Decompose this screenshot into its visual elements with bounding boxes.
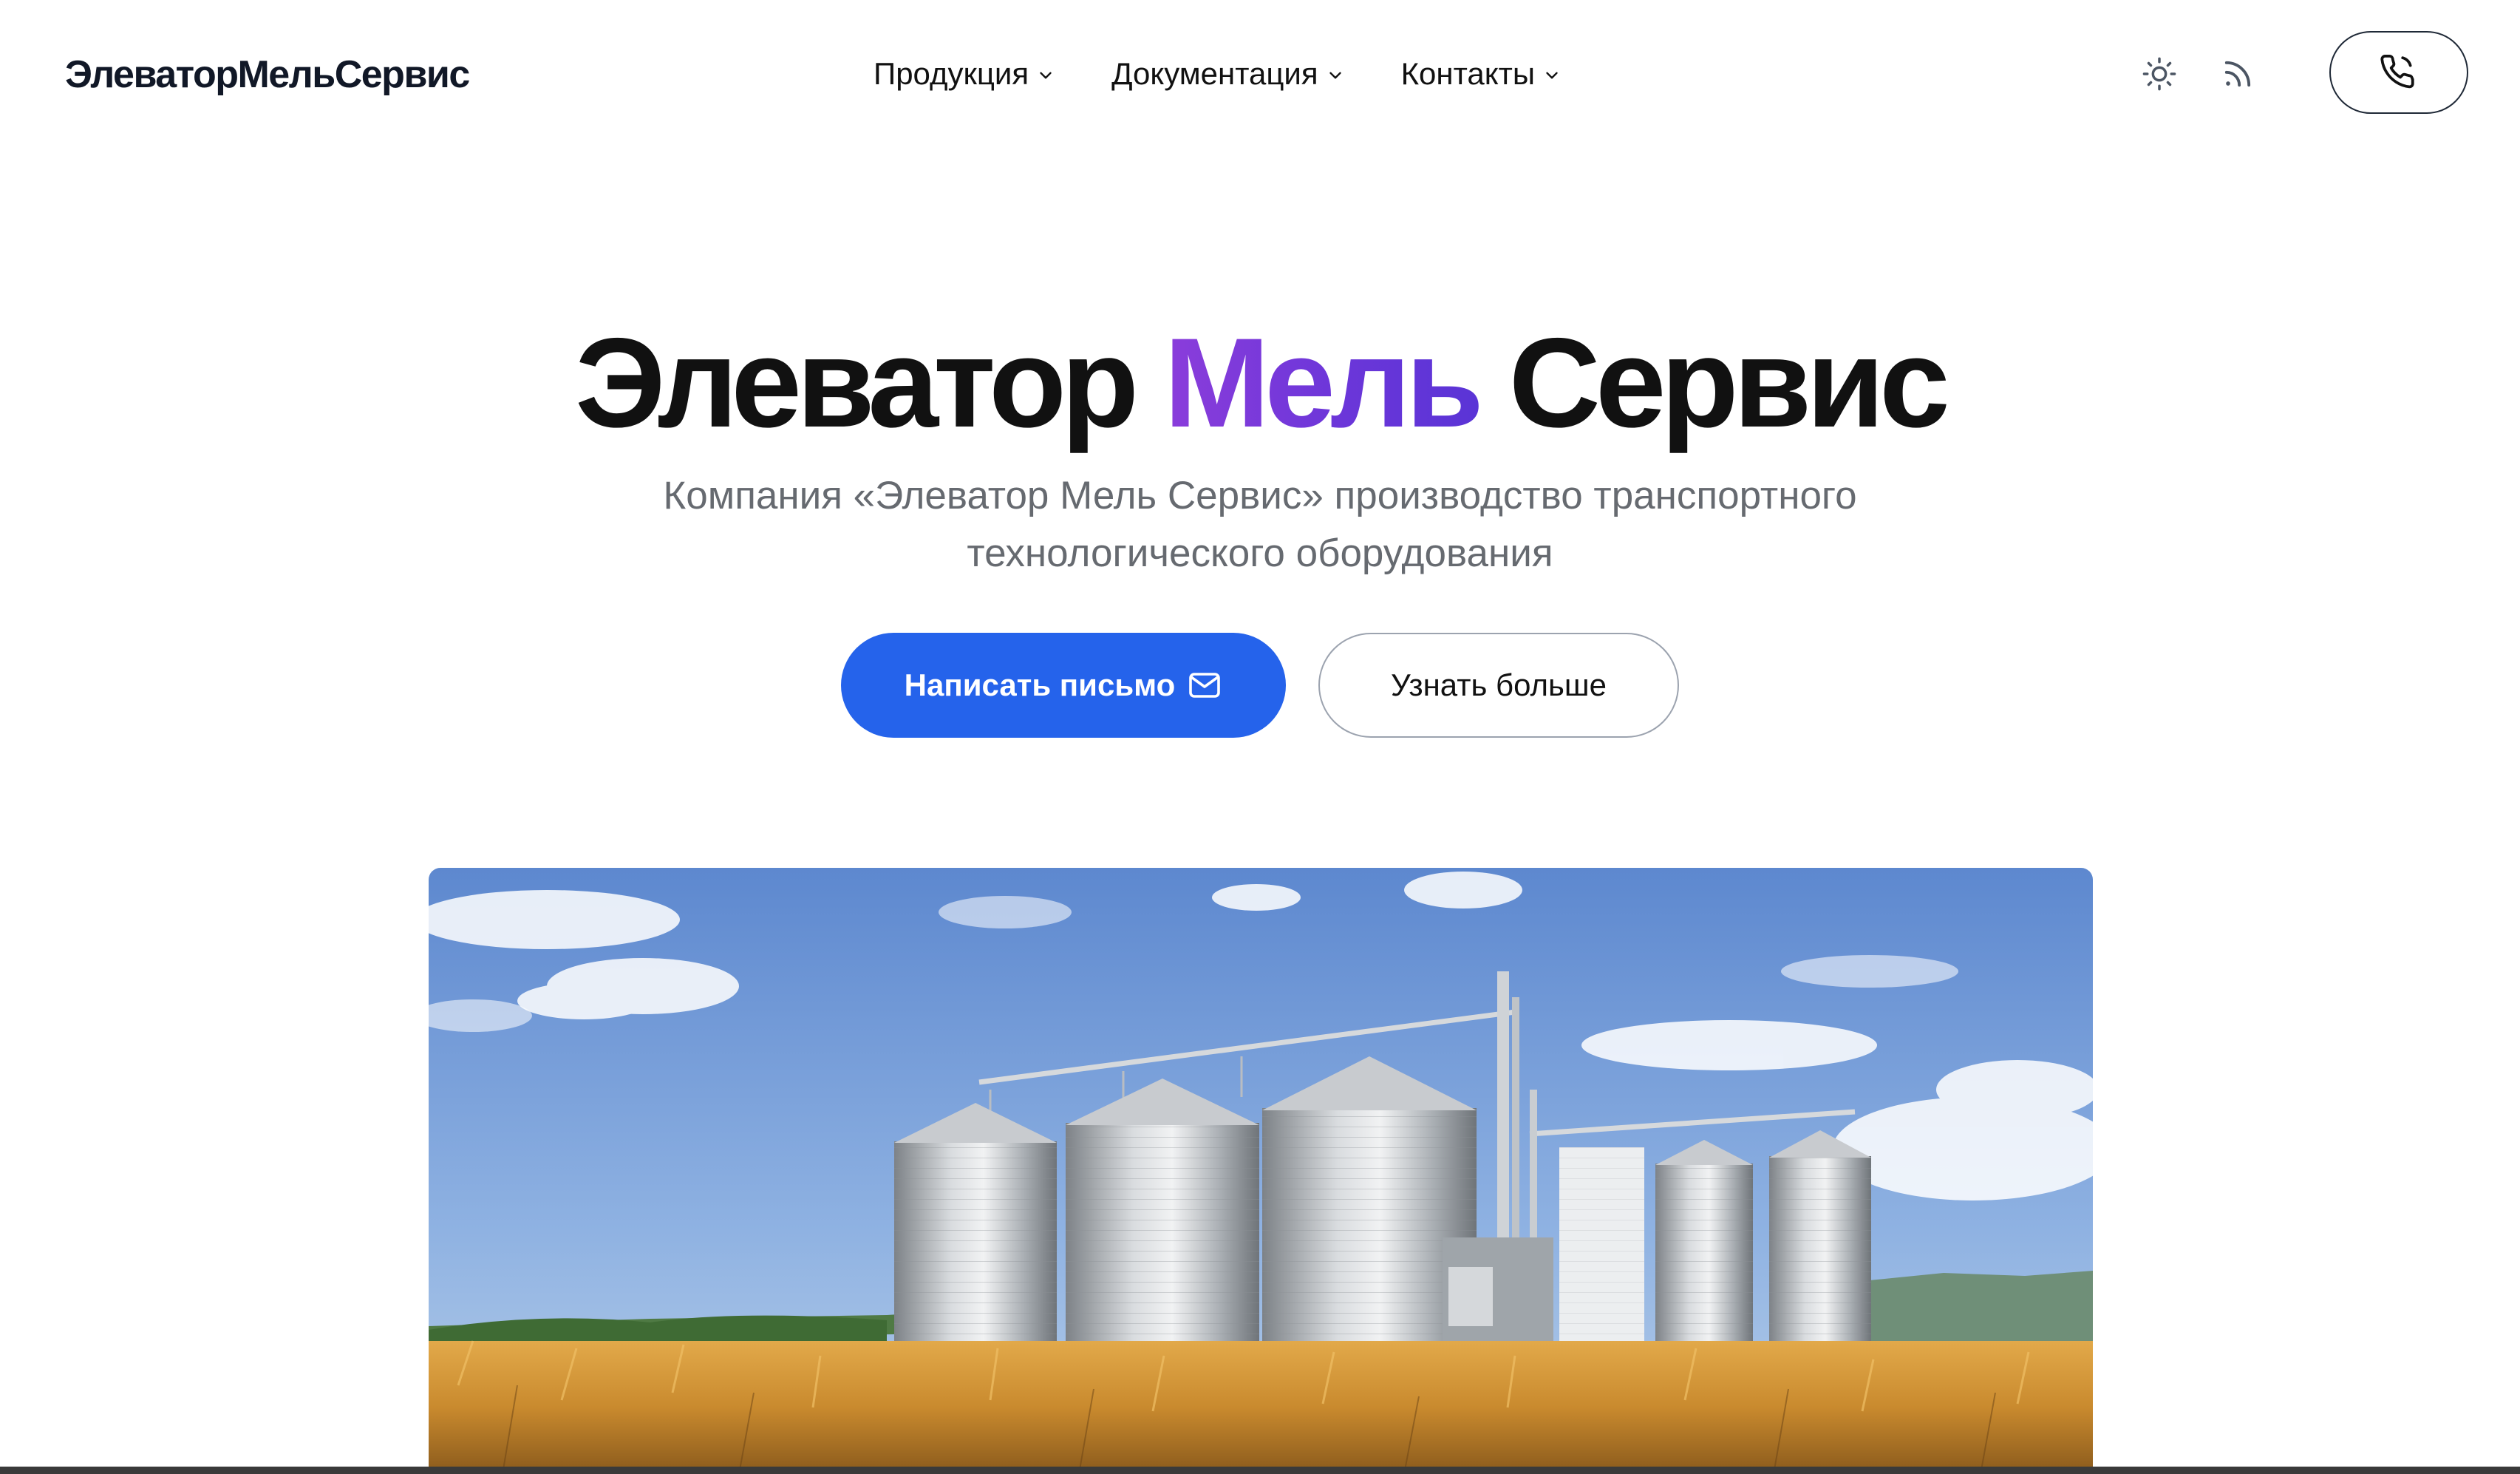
- call-button[interactable]: [2329, 31, 2468, 114]
- chevron-down-icon: [1329, 72, 1341, 79]
- hero-title-part1: Элеватор: [575, 312, 1164, 454]
- nav-item-label: Продукция: [874, 56, 1029, 91]
- rss-icon[interactable]: [2218, 55, 2257, 93]
- learn-more-button-label: Узнать больше: [1391, 668, 1607, 702]
- write-email-button[interactable]: Написать письмо: [841, 633, 1286, 738]
- hero-image-silos: [429, 868, 2093, 1474]
- nav-item-documentation[interactable]: Документация: [1111, 52, 1344, 96]
- site-header: ЭлеваторМельСервис Продукция Документаци…: [0, 0, 2520, 148]
- hero-title-part2: Сервис: [1478, 312, 1950, 454]
- sun-icon[interactable]: [2140, 55, 2179, 93]
- hero-subtitle: Компания «Элеватор Мель Сервис» производ…: [663, 474, 1857, 575]
- hero-title-accent: Мель: [1163, 312, 1484, 454]
- chevron-down-icon: [1040, 72, 1052, 79]
- main-nav: Продукция Документация Контакты: [874, 52, 1562, 96]
- chevron-down-icon: [1546, 72, 1558, 79]
- learn-more-button[interactable]: Узнать больше: [1318, 633, 1679, 738]
- site-logo[interactable]: ЭлеваторМельСервис: [65, 52, 470, 98]
- page: ЭлеваторМельСервис Продукция Документаци…: [0, 0, 2520, 1474]
- write-email-button-label: Написать письмо: [904, 668, 1176, 702]
- nav-item-products[interactable]: Продукция: [874, 52, 1055, 96]
- silos-illustration: [429, 868, 2093, 1474]
- mail-icon: [1189, 673, 1221, 698]
- nav-item-label: Документация: [1111, 56, 1318, 91]
- nav-item-label: Контакты: [1400, 56, 1536, 91]
- phone-icon: [2380, 55, 2414, 89]
- window-bottom-edge: [0, 1467, 2520, 1474]
- nav-item-contacts[interactable]: Контакты: [1401, 52, 1562, 96]
- hero-title: Элеватор Мель Сервис: [0, 309, 2520, 457]
